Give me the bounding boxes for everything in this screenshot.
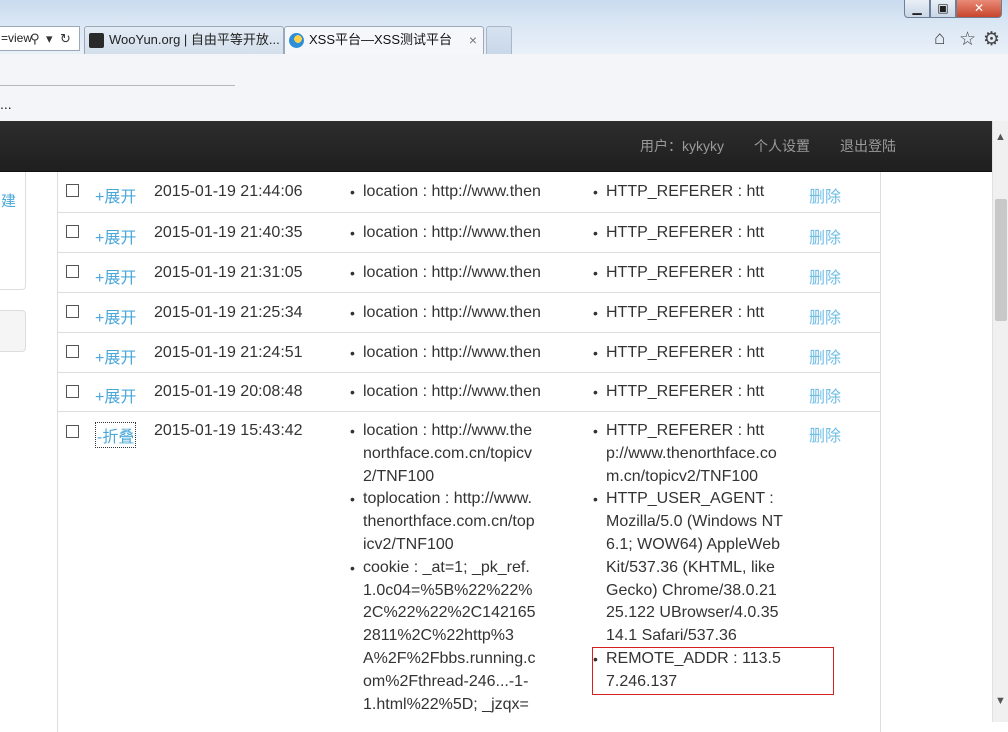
tab-label: WooYun.org | 自由平等开放... (109, 32, 280, 47)
request-info: location : http://www.then (350, 302, 542, 325)
list-item: location : http://www.then (350, 381, 542, 404)
ie-favicon-icon (289, 33, 304, 48)
list-item-toplocation: toplocation : http://www.thenorthface.co… (350, 488, 536, 556)
favorites-star-icon[interactable]: ☆ (959, 28, 976, 51)
list-item-cookie: cookie : _at=1; _pk_ref.1.0c04=%5B%22%22… (350, 557, 536, 717)
list-item: HTTP_REFERER : htt (593, 302, 789, 325)
row-checkbox[interactable] (66, 425, 79, 438)
search-icon[interactable]: ⚲ (30, 27, 40, 50)
top-navbar: 用户：kykyky 个人设置 退出登陆 (0, 121, 992, 172)
table-row: +展开 2015-01-19 21:40:35 location : http:… (58, 213, 880, 253)
sidebar-panel: 建 (0, 172, 26, 290)
server-info: HTTP_REFERER : htt (593, 381, 789, 404)
delete-link[interactable]: 删除 (809, 344, 841, 368)
row-checkbox[interactable] (66, 385, 79, 398)
expand-toggle[interactable]: +展开 (95, 224, 136, 248)
home-icon[interactable]: ⌂ (934, 28, 945, 50)
list-item: location : http://www.then (350, 222, 542, 245)
row-checkbox[interactable] (66, 305, 79, 318)
list-item: location : http://www.then (350, 302, 542, 325)
list-item: location : http://www.then (350, 262, 542, 285)
list-item-user-agent: HTTP_USER_AGENT : Mozilla/5.0 (Windows N… (593, 488, 785, 648)
browser-chrome: =view ⚲ ▾ ↻ WooYun.org | 自由平等开放... XSS平台… (0, 0, 1008, 121)
table-row: +展开 2015-01-19 21:31:05 location : http:… (58, 253, 880, 293)
table-row: +展开 2015-01-19 20:08:48 location : http:… (58, 373, 880, 412)
sidebar-create-link[interactable]: 建 (1, 190, 16, 211)
row-checkbox[interactable] (66, 345, 79, 358)
scrollbar-thumb[interactable] (995, 199, 1007, 321)
row-checkbox[interactable] (66, 184, 79, 197)
request-info: location : http://www.thenorthface.com.c… (350, 420, 536, 716)
truncated-text: ... (0, 96, 12, 112)
record-time: 2015-01-19 20:08:48 (154, 383, 303, 400)
sidebar-panel-2 (0, 310, 26, 352)
table-row: +展开 2015-01-19 21:24:51 location : http:… (58, 333, 880, 373)
table-row: +展开 2015-01-19 21:25:34 location : http:… (58, 293, 880, 333)
close-tab-icon[interactable]: × (469, 27, 477, 53)
server-info: HTTP_REFERER : htt (593, 342, 789, 365)
record-time: 2015-01-19 21:25:34 (154, 304, 303, 321)
expand-toggle[interactable]: +展开 (95, 383, 136, 407)
record-time: 2015-01-19 21:44:06 (154, 183, 303, 200)
record-time: 2015-01-19 21:31:05 (154, 264, 303, 281)
expand-toggle[interactable]: +展开 (95, 304, 136, 328)
list-item: HTTP_REFERER : htt (593, 381, 789, 404)
list-item: HTTP_REFERER : htt (593, 222, 789, 245)
scroll-up-icon[interactable]: ▲ (995, 131, 1006, 143)
list-item-http-referer: HTTP_REFERER : http://www.thenorthface.c… (593, 420, 785, 488)
server-info: HTTP_REFERER : htt (593, 222, 789, 245)
expand-toggle[interactable]: +展开 (95, 344, 136, 368)
list-item: location : http://www.then (350, 181, 542, 204)
server-info: HTTP_REFERER : htt (593, 181, 789, 204)
nav-user[interactable]: 用户：kykyky (640, 121, 724, 172)
minimize-button[interactable]: ▁ (904, 0, 930, 18)
tab-xss-platform[interactable]: XSS平台—XSS测试平台 × (284, 26, 484, 54)
list-item: HTTP_REFERER : htt (593, 342, 789, 365)
expand-toggle[interactable]: +展开 (95, 183, 136, 207)
scroll-down-icon[interactable]: ▼ (995, 695, 1006, 707)
dropdown-icon[interactable]: ▾ (46, 27, 53, 50)
list-item: HTTP_REFERER : htt (593, 181, 789, 204)
list-item: HTTP_REFERER : htt (593, 262, 789, 285)
address-bar[interactable]: =view ⚲ ▾ ↻ (0, 26, 80, 51)
request-info: location : http://www.then (350, 381, 542, 404)
record-time: 2015-01-19 15:43:42 (154, 422, 303, 439)
table-row: +展开 2015-01-19 21:44:06 location : http:… (58, 172, 880, 213)
divider (0, 85, 235, 86)
expand-toggle[interactable]: +展开 (95, 264, 136, 288)
highlight-box (592, 647, 834, 695)
close-window-button[interactable]: ✕ (956, 0, 1002, 18)
record-time: 2015-01-19 21:40:35 (154, 224, 303, 241)
records-table: +展开 2015-01-19 21:44:06 location : http:… (57, 172, 881, 732)
delete-link[interactable]: 删除 (809, 183, 841, 207)
list-item-location: location : http://www.thenorthface.com.c… (350, 420, 536, 488)
delete-link[interactable]: 删除 (809, 264, 841, 288)
server-info: HTTP_REFERER : htt (593, 262, 789, 285)
delete-link[interactable]: 删除 (809, 304, 841, 328)
vertical-scrollbar[interactable]: ▲ ▼ (992, 121, 1008, 722)
gear-icon[interactable]: ⚙ (983, 28, 1000, 51)
maximize-button[interactable]: ▣ (930, 0, 956, 18)
wooyun-favicon-icon (89, 33, 104, 48)
request-info: location : http://www.then (350, 342, 542, 365)
tab-label: XSS平台—XSS测试平台 (309, 32, 453, 47)
request-info: location : http://www.then (350, 262, 542, 285)
delete-link[interactable]: 删除 (809, 383, 841, 407)
row-checkbox[interactable] (66, 265, 79, 278)
collapse-toggle[interactable]: -折叠 (95, 422, 137, 448)
record-time: 2015-01-19 21:24:51 (154, 344, 303, 361)
nav-logout-link[interactable]: 退出登陆 (840, 121, 896, 172)
request-info: location : http://www.then (350, 222, 542, 245)
delete-link[interactable]: 删除 (809, 224, 841, 248)
server-info: HTTP_REFERER : htt (593, 302, 789, 325)
new-tab-button[interactable] (486, 26, 512, 54)
row-checkbox[interactable] (66, 225, 79, 238)
address-text: =view (1, 31, 33, 45)
delete-link[interactable]: 删除 (809, 422, 841, 446)
tab-wooyun[interactable]: WooYun.org | 自由平等开放... (84, 26, 284, 54)
refresh-icon[interactable]: ↻ (60, 27, 71, 50)
list-item: location : http://www.then (350, 342, 542, 365)
request-info: location : http://www.then (350, 181, 542, 204)
nav-settings-link[interactable]: 个人设置 (754, 121, 810, 172)
